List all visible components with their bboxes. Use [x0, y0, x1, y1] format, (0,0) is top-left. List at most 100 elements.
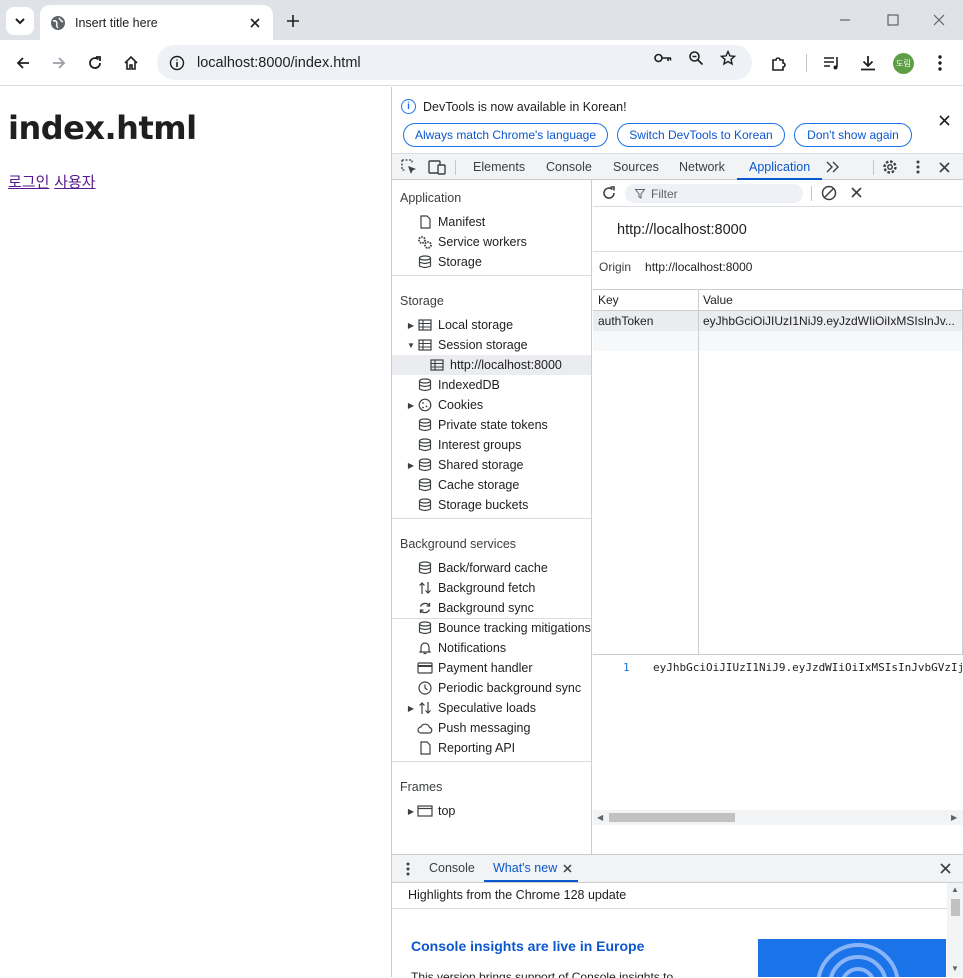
- whats-new-headline[interactable]: Console insights are live in Europe: [411, 938, 644, 954]
- database-icon: [416, 620, 434, 636]
- sidebar-item-back-forward-cache[interactable]: Back/forward cache: [392, 558, 591, 578]
- table-cell-value[interactable]: eyJhbGciOiJIUzI1NiJ9.eyJzdWIiOiIxMSIsInJ…: [703, 311, 958, 331]
- scrollbar-thumb[interactable]: [609, 813, 735, 822]
- media-controls-button[interactable]: [820, 51, 844, 75]
- sidebar-item-shared-storage[interactable]: ▶ Shared storage: [392, 455, 591, 475]
- browser-menu-button[interactable]: [928, 51, 952, 75]
- tab-console[interactable]: Console: [546, 154, 592, 180]
- switch-to-korean-button[interactable]: Switch DevTools to Korean: [617, 123, 785, 147]
- devtools-menu-icon[interactable]: [909, 158, 927, 176]
- sidebar-item-frame-top[interactable]: ▶ top: [392, 801, 591, 821]
- more-tabs-icon[interactable]: [824, 158, 842, 176]
- sidebar-item-private-state-tokens[interactable]: Private state tokens: [392, 415, 591, 435]
- infobar-close-icon[interactable]: [936, 112, 952, 128]
- sidebar-item-push-messaging[interactable]: Push messaging: [392, 718, 591, 738]
- scroll-right-arrow-icon[interactable]: ▶: [951, 813, 957, 822]
- tab-application[interactable]: Application: [737, 154, 823, 180]
- sidebar-item-speculative-loads[interactable]: ▶ Speculative loads: [392, 698, 591, 718]
- drawer-tab-whats-new[interactable]: What's new: [484, 855, 578, 882]
- refresh-icon[interactable]: [601, 185, 617, 204]
- sidebar-item-cookies[interactable]: ▶ Cookies: [392, 395, 591, 415]
- sidebar-item-session-origin[interactable]: http://localhost:8000: [392, 355, 591, 375]
- profile-avatar[interactable]: 도림: [893, 53, 914, 74]
- password-key-icon[interactable]: [654, 49, 672, 67]
- drawer-vertical-scrollbar[interactable]: ▲ ▼: [947, 883, 963, 977]
- users-link[interactable]: 사용자: [54, 173, 95, 191]
- expand-arrow-icon[interactable]: ▶: [406, 401, 416, 410]
- site-info-icon[interactable]: [169, 55, 185, 71]
- scrollbar-thumb[interactable]: [951, 899, 960, 916]
- close-drawer-icon[interactable]: [940, 863, 951, 877]
- device-toolbar-icon[interactable]: [428, 158, 446, 176]
- preview-horizontal-scrollbar[interactable]: ◀ ▶: [593, 810, 963, 825]
- sidebar-item-background-sync[interactable]: Background sync: [392, 598, 591, 618]
- sidebar-item-manifest[interactable]: Manifest: [392, 212, 591, 232]
- session-storage-view: Filter http://localhost:8000 Origin http:…: [593, 180, 963, 854]
- tab-sources[interactable]: Sources: [613, 154, 659, 180]
- reload-button[interactable]: [83, 51, 107, 75]
- tab-network[interactable]: Network: [679, 154, 725, 180]
- sidebar-item-storage[interactable]: Storage: [392, 252, 591, 272]
- drawer-tab-console[interactable]: Console: [429, 855, 475, 882]
- bookmark-star-icon[interactable]: [719, 49, 737, 67]
- table-row-empty[interactable]: [593, 331, 962, 351]
- preview-text[interactable]: eyJhbGciOiJIUzI1NiJ9.eyJzdWIiOiIxMSIsInJ…: [653, 661, 963, 674]
- table-cell-key[interactable]: authToken: [598, 311, 696, 331]
- sidebar-item-session-storage[interactable]: ▼ Session storage: [392, 335, 591, 355]
- login-link[interactable]: 로그인: [8, 173, 49, 191]
- sidebar-item-interest-groups[interactable]: Interest groups: [392, 435, 591, 455]
- clear-all-icon[interactable]: [821, 185, 837, 204]
- close-devtools-icon[interactable]: [935, 158, 953, 176]
- sidebar-item-cache-storage[interactable]: Cache storage: [392, 475, 591, 495]
- sidebar-item-payment-handler[interactable]: Payment handler: [392, 658, 591, 678]
- extensions-button[interactable]: [767, 51, 791, 75]
- filter-input[interactable]: Filter: [625, 184, 803, 203]
- downloads-button[interactable]: [856, 51, 880, 75]
- home-icon: [124, 55, 138, 70]
- column-header-key[interactable]: Key: [598, 290, 619, 310]
- plus-icon: [287, 15, 299, 27]
- back-button[interactable]: [11, 51, 35, 75]
- sidebar-item-periodic-background-sync[interactable]: Periodic background sync: [392, 678, 591, 698]
- close-window-button[interactable]: [926, 8, 952, 32]
- sidebar-item-notifications[interactable]: Notifications: [392, 638, 591, 658]
- zoom-icon[interactable]: [687, 49, 705, 67]
- section-frames: Frames: [400, 780, 443, 794]
- sidebar-item-bounce-tracking[interactable]: Bounce tracking mitigations: [392, 618, 591, 638]
- forward-button[interactable]: [47, 51, 71, 75]
- column-divider[interactable]: [698, 290, 699, 655]
- delete-selected-icon[interactable]: [851, 187, 862, 201]
- scroll-left-arrow-icon[interactable]: ◀: [597, 813, 603, 822]
- sidebar-item-service-workers[interactable]: Service workers: [392, 232, 591, 252]
- sidebar-item-local-storage[interactable]: ▶ Local storage: [392, 315, 591, 335]
- column-header-value[interactable]: Value: [703, 290, 733, 310]
- drawer-menu-icon[interactable]: [406, 862, 410, 879]
- close-tab-icon[interactable]: [247, 15, 263, 31]
- scroll-up-arrow-icon[interactable]: ▲: [951, 885, 959, 894]
- home-button[interactable]: [119, 51, 143, 75]
- dont-show-again-button[interactable]: Don't show again: [794, 123, 912, 147]
- minimize-button[interactable]: [832, 8, 858, 32]
- close-drawer-tab-icon[interactable]: [563, 856, 572, 883]
- sidebar-item-background-fetch[interactable]: Background fetch: [392, 578, 591, 598]
- expand-arrow-icon[interactable]: ▶: [406, 321, 416, 330]
- sidebar-item-reporting-api[interactable]: Reporting API: [392, 738, 591, 758]
- tab-search-button[interactable]: [6, 7, 34, 35]
- inspect-element-icon[interactable]: [400, 158, 418, 176]
- expand-arrow-icon[interactable]: ▶: [406, 807, 416, 816]
- expand-arrow-icon[interactable]: ▶: [406, 461, 416, 470]
- database-icon: [416, 377, 434, 393]
- sidebar-item-storage-buckets[interactable]: Storage buckets: [392, 495, 591, 515]
- scroll-down-arrow-icon[interactable]: ▼: [951, 964, 959, 973]
- new-tab-button[interactable]: [282, 10, 304, 32]
- expand-arrow-icon[interactable]: ▶: [406, 704, 416, 713]
- maximize-button[interactable]: [880, 8, 906, 32]
- browser-tab[interactable]: Insert title here: [40, 5, 273, 40]
- settings-gear-icon[interactable]: [881, 158, 899, 176]
- tab-elements[interactable]: Elements: [473, 154, 525, 180]
- match-language-button[interactable]: Always match Chrome's language: [403, 123, 608, 147]
- collapse-arrow-icon[interactable]: ▼: [406, 341, 416, 350]
- application-sidebar: Application Manifest Service workers Sto…: [392, 180, 592, 854]
- sidebar-item-indexeddb[interactable]: IndexedDB: [392, 375, 591, 395]
- globe-icon: [51, 15, 65, 30]
